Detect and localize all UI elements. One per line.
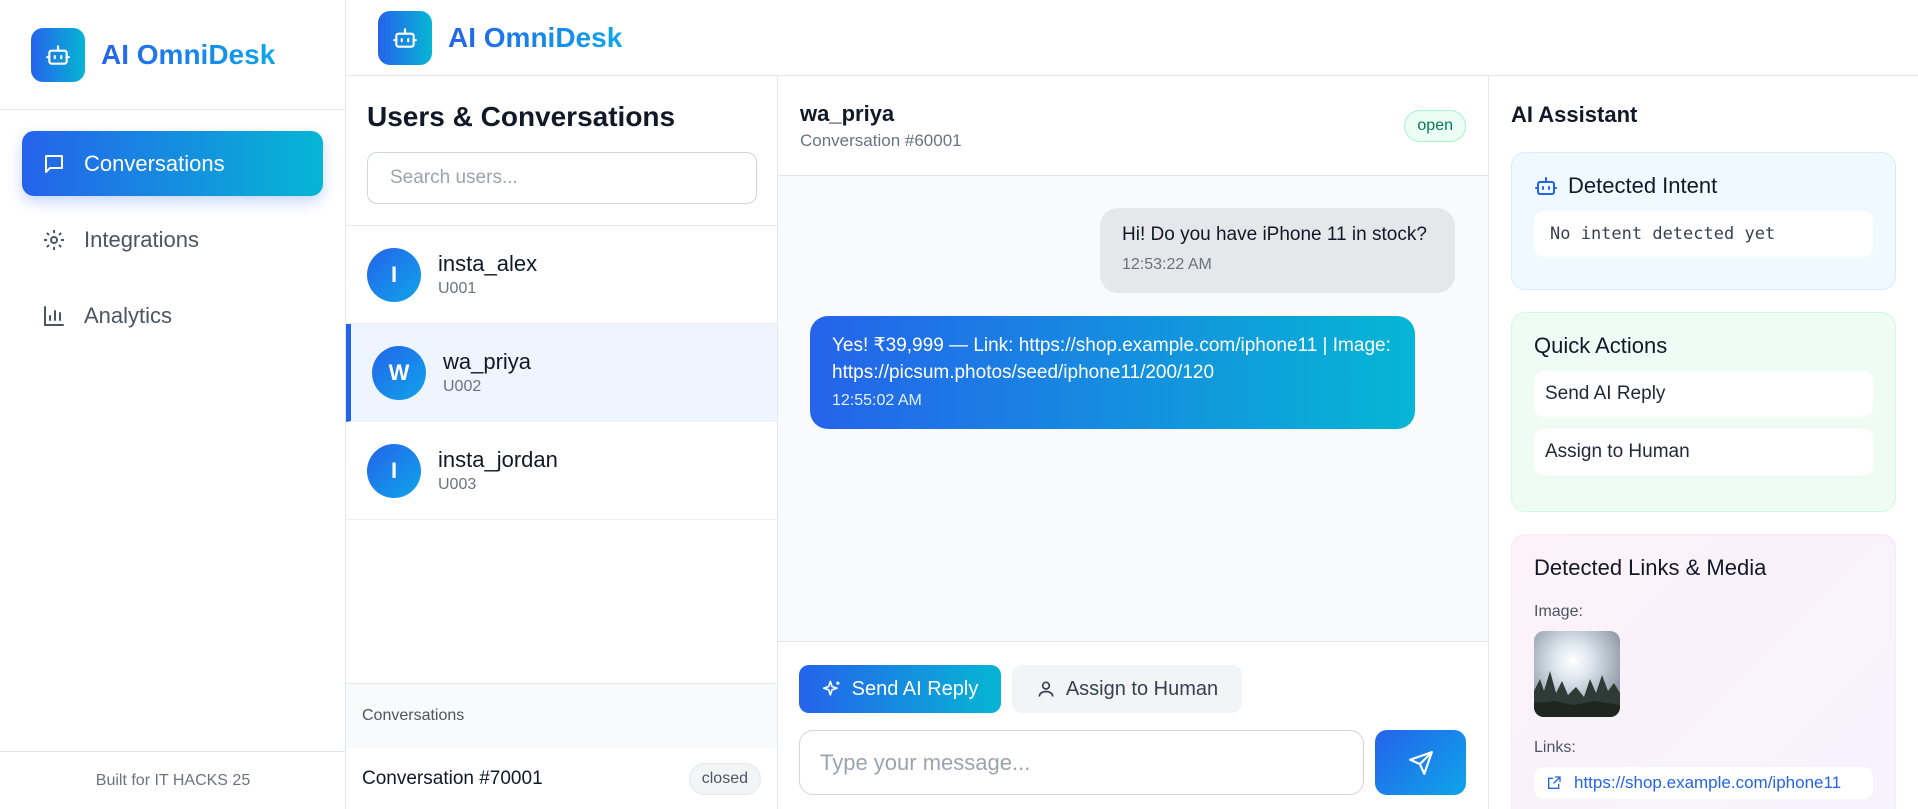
sidebar-item-integrations[interactable]: Integrations xyxy=(22,207,323,272)
top-header: AI OmniDesk xyxy=(346,0,1918,76)
conversation-item[interactable]: Conversation #70001 closed xyxy=(346,748,777,809)
user-list: I insta_alex U001 W wa_priya U002 I inst… xyxy=(346,225,777,520)
intent-value: No intent detected yet xyxy=(1534,211,1873,257)
sidebar-item-label: Integrations xyxy=(84,226,199,252)
user-name: insta_jordan xyxy=(438,447,558,472)
sparkle-icon xyxy=(822,680,840,696)
sidebar: AI OmniDesk Conversations Integrations A… xyxy=(0,0,346,809)
button-label: Assign to Human xyxy=(1065,677,1219,700)
sidebar-nav: Conversations Integrations Analytics xyxy=(0,110,345,380)
robot-icon xyxy=(31,27,85,82)
conversation-title: Conversation #70001 xyxy=(362,767,543,789)
message-input[interactable] xyxy=(799,730,1364,795)
robot-icon xyxy=(378,10,432,65)
card-title: Quick Actions xyxy=(1534,333,1668,358)
detected-link[interactable]: https://shop.example.com/iphone11 xyxy=(1534,767,1873,799)
media-thumbnail[interactable] xyxy=(1534,631,1620,717)
sidebar-brand: AI OmniDesk xyxy=(0,0,345,110)
send-button[interactable] xyxy=(1375,730,1466,795)
chat-header: wa_priya Conversation #60001 open xyxy=(778,76,1488,176)
sidebar-footer: Built for IT HACKS 25 xyxy=(0,751,346,809)
users-panel: Users & Conversations I insta_alex U001 … xyxy=(346,76,778,809)
user-name: wa_priya xyxy=(443,349,532,374)
user-item-insta-jordan[interactable]: I insta_jordan U003 xyxy=(346,422,777,520)
user-id: U002 xyxy=(443,378,482,395)
sidebar-item-label: Conversations xyxy=(84,150,225,176)
conversations-header: Conversations xyxy=(346,683,777,748)
status-badge: closed xyxy=(688,762,761,795)
user-name: insta_alex xyxy=(438,251,538,276)
send-icon xyxy=(1408,750,1433,775)
user-item-insta-alex[interactable]: I insta_alex U001 xyxy=(346,226,777,324)
detected-intent-card: Detected Intent No intent detected yet xyxy=(1511,152,1896,290)
sidebar-item-analytics[interactable]: Analytics xyxy=(22,283,323,348)
assistant-title: AI Assistant xyxy=(1511,102,1638,127)
card-title: Detected Links & Media xyxy=(1534,555,1767,580)
message-text: Yes! ₹39,999 — Link: https://shop.exampl… xyxy=(832,335,1391,383)
external-link-icon xyxy=(1548,776,1561,789)
quick-actions-card: Quick Actions Send AI Reply Assign to Hu… xyxy=(1511,312,1896,512)
chat-panel: wa_priya Conversation #60001 open Hi! Do… xyxy=(778,76,1489,809)
chat-bubble-icon xyxy=(45,154,63,173)
sidebar-item-label: Analytics xyxy=(84,302,173,328)
avatar: W xyxy=(372,345,426,400)
quick-action-assign-to-human[interactable]: Assign to Human xyxy=(1534,429,1873,475)
search-input[interactable] xyxy=(367,152,757,204)
status-badge: open xyxy=(1404,109,1466,142)
sidebar-item-conversations[interactable]: Conversations xyxy=(22,131,323,196)
robot-icon xyxy=(1535,177,1557,195)
card-title: Detected Intent xyxy=(1568,173,1718,198)
chat-user-name: wa_priya xyxy=(800,100,895,126)
message-text: Hi! Do you have iPhone 11 in stock? xyxy=(1122,224,1427,245)
send-ai-reply-button[interactable]: Send AI Reply xyxy=(799,665,1001,713)
user-id: U001 xyxy=(438,280,477,297)
quick-action-send-ai-reply[interactable]: Send AI Reply xyxy=(1534,371,1873,417)
links-label: Links: xyxy=(1534,739,1576,756)
link-text: https://shop.example.com/iphone11 xyxy=(1574,773,1842,792)
image-label: Image: xyxy=(1534,603,1583,620)
gear-icon xyxy=(44,229,64,250)
header-app-name: AI OmniDesk xyxy=(448,21,623,53)
message-time: 12:53:22 AM xyxy=(1122,256,1212,273)
message-time: 12:55:02 AM xyxy=(832,392,922,409)
assign-to-human-button[interactable]: Assign to Human xyxy=(1012,665,1242,713)
composer: Send AI Reply Assign to Human xyxy=(778,641,1488,809)
avatar: I xyxy=(367,443,421,498)
button-label: Send AI Reply xyxy=(851,677,979,700)
message-outgoing: Yes! ₹39,999 — Link: https://shop.exampl… xyxy=(810,316,1415,429)
user-id: U003 xyxy=(438,476,477,493)
message-incoming: Hi! Do you have iPhone 11 in stock? 12:5… xyxy=(1100,208,1455,293)
user-icon xyxy=(1038,681,1054,697)
panel-title: Users & Conversations xyxy=(367,101,676,132)
app-name: AI OmniDesk xyxy=(101,38,276,70)
avatar: I xyxy=(367,247,421,302)
bar-chart-icon xyxy=(44,305,64,326)
user-item-wa-priya[interactable]: W wa_priya U002 xyxy=(346,324,777,422)
assistant-panel: AI Assistant Detected Intent No intent d… xyxy=(1489,76,1918,809)
detected-links-card: Detected Links & Media Image: Links: htt… xyxy=(1511,534,1896,809)
chat-subtitle: Conversation #60001 xyxy=(800,130,962,150)
